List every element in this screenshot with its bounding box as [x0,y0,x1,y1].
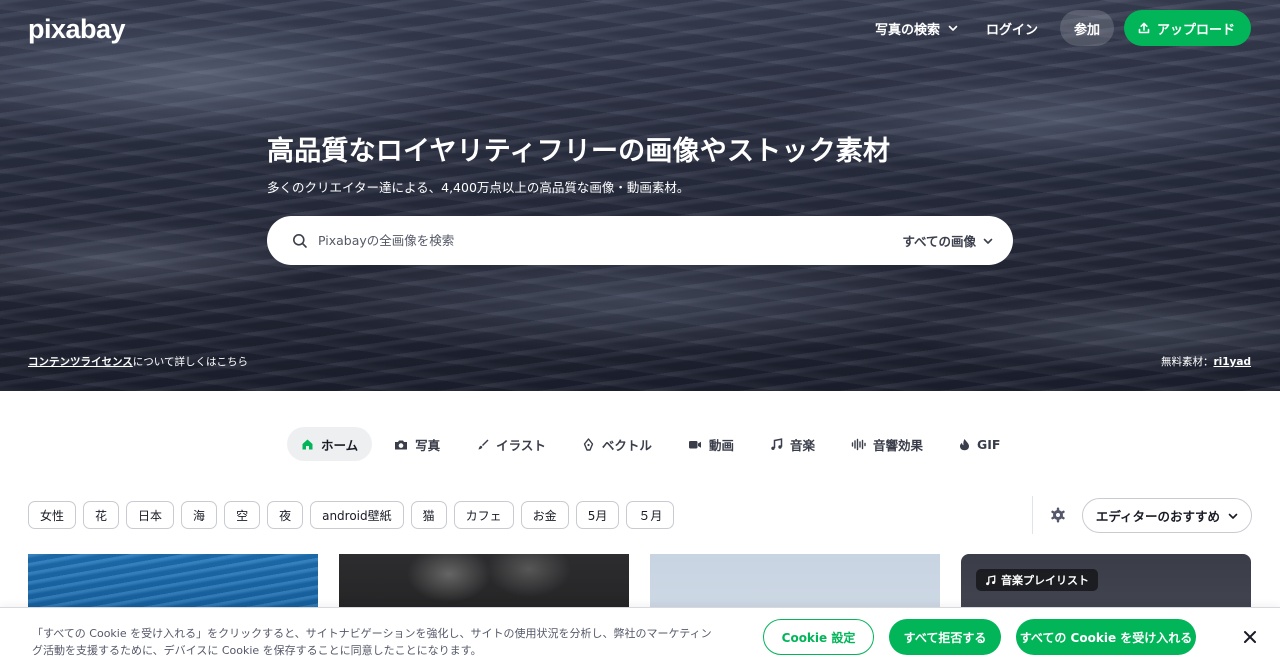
tag-chips: 女性 花 日本 海 空 夜 android壁紙 猫 カフェ お金 5月 ５月 [28,501,681,529]
tag-chip[interactable]: 花 [83,501,120,529]
image-credit: 無料素材：ri1yad [1161,354,1251,369]
music-note-icon [986,574,996,585]
credit-prefix: 無料素材： [1160,356,1214,368]
tag-chip[interactable]: 日本 [126,501,175,529]
login-link[interactable]: ログイン [972,10,1052,46]
search-type-label: すべての画像 [902,234,976,249]
cookie-banner: 「すべての Cookie を受け入れる」をクリックすると、サイトナビゲーションを… [0,607,1280,670]
music-note-icon [771,437,783,450]
close-icon[interactable] [1242,629,1258,645]
search-input[interactable] [318,233,858,248]
tag-chip[interactable]: 5月 [575,501,620,529]
video-icon [688,440,701,448]
hero-title: 高品質なロイヤリティフリーの画像やストック素材 [267,136,891,167]
content-license-link[interactable]: コンテンツライセンス [28,356,133,368]
tab-illustrations[interactable]: イラスト [462,427,560,461]
cookie-text: 「すべての Cookie を受け入れる」をクリックすると、サイトナビゲーションを… [32,627,712,657]
hero-banner: pixabay 写真の検索 ログイン 参加 アップロード 高品質なロイヤリティフ… [0,0,1280,391]
tab-label: 写真 [415,437,441,453]
credit-user-link[interactable]: ri1yad [1213,356,1251,368]
tab-label: ホーム [321,437,359,453]
badge-label: 音楽プレイリスト [1001,574,1089,587]
tab-sound-effects[interactable]: 音響効果 [837,427,937,461]
cookie-accept-all-button[interactable]: すべての Cookie を受け入れる [1016,619,1196,655]
tab-photos[interactable]: 写真 [380,427,454,461]
home-icon [302,439,313,449]
tag-chip[interactable]: お金 [520,501,569,529]
sort-label: エディターのおすすめ [1095,509,1221,524]
search-menu-label: 写真の検索 [874,22,940,38]
filter-divider [1032,496,1033,534]
tab-home[interactable]: ホーム [287,427,373,461]
search-bar: すべての画像 [267,216,1013,265]
music-playlist-badge: 音楽プレイリスト [976,569,1098,591]
tag-chip[interactable]: android壁紙 [310,501,404,529]
upload-label: アップロード [1156,22,1235,38]
tab-label: 音響効果 [872,437,923,453]
tag-chip[interactable]: ５月 [626,501,675,529]
camera-icon [395,440,408,449]
tab-label: 音楽 [789,437,815,453]
cookie-reject-all-button[interactable]: すべて拒否する [889,619,1001,655]
gear-icon[interactable] [1049,506,1067,524]
tag-chip[interactable]: 猫 [410,501,447,529]
tag-chip[interactable]: カフェ [453,501,514,529]
chevron-down-icon [948,25,958,31]
tag-chip[interactable]: 海 [181,501,218,529]
cookie-settings-button[interactable]: Cookie 設定 [763,619,874,655]
brush-icon [478,439,489,449]
tag-chip[interactable]: 夜 [267,501,304,529]
chevron-down-icon [1228,513,1238,519]
search-icon [293,233,307,248]
join-button[interactable]: 参加 [1059,10,1114,46]
license-note: コンテンツライセンスについて詳しくはこちら [28,354,248,369]
chevron-down-icon [983,238,993,244]
upload-button[interactable]: アップロード [1123,10,1251,46]
search-menu-dropdown[interactable]: 写真の検索 [861,10,972,46]
tab-vectors[interactable]: ベクトル [568,427,666,461]
pen-nib-icon [583,437,594,451]
tab-gif[interactable]: GIF [945,427,1014,461]
tab-label: ベクトル [601,437,652,453]
tab-videos[interactable]: 動画 [674,427,748,461]
flame-icon [959,438,969,450]
pixabay-logo[interactable]: pixabay [28,14,126,45]
license-note-suffix: について詳しくはこちら [132,356,248,368]
search-type-dropdown[interactable]: すべての画像 [902,231,993,250]
top-nav: 写真の検索 ログイン 参加 アップロード [861,10,1251,46]
sort-dropdown[interactable]: エディターのおすすめ [1082,498,1252,533]
hero-subtitle: 多くのクリエイター達による、4,400万点以上の高品質な画像・動画素材。 [267,180,690,195]
tag-chip[interactable]: 女性 [28,501,77,529]
media-type-tabs: ホーム 写真 イラスト ベクトル 動画 音楽 音響効果 GIF [287,427,1022,461]
waveform-icon [851,438,866,450]
tag-chip[interactable]: 空 [224,501,261,529]
upload-icon [1138,22,1150,34]
tab-music[interactable]: 音楽 [756,427,829,461]
tab-label: 動画 [708,437,734,453]
tab-label: GIF [976,436,1001,452]
tab-label: イラスト [496,437,546,453]
